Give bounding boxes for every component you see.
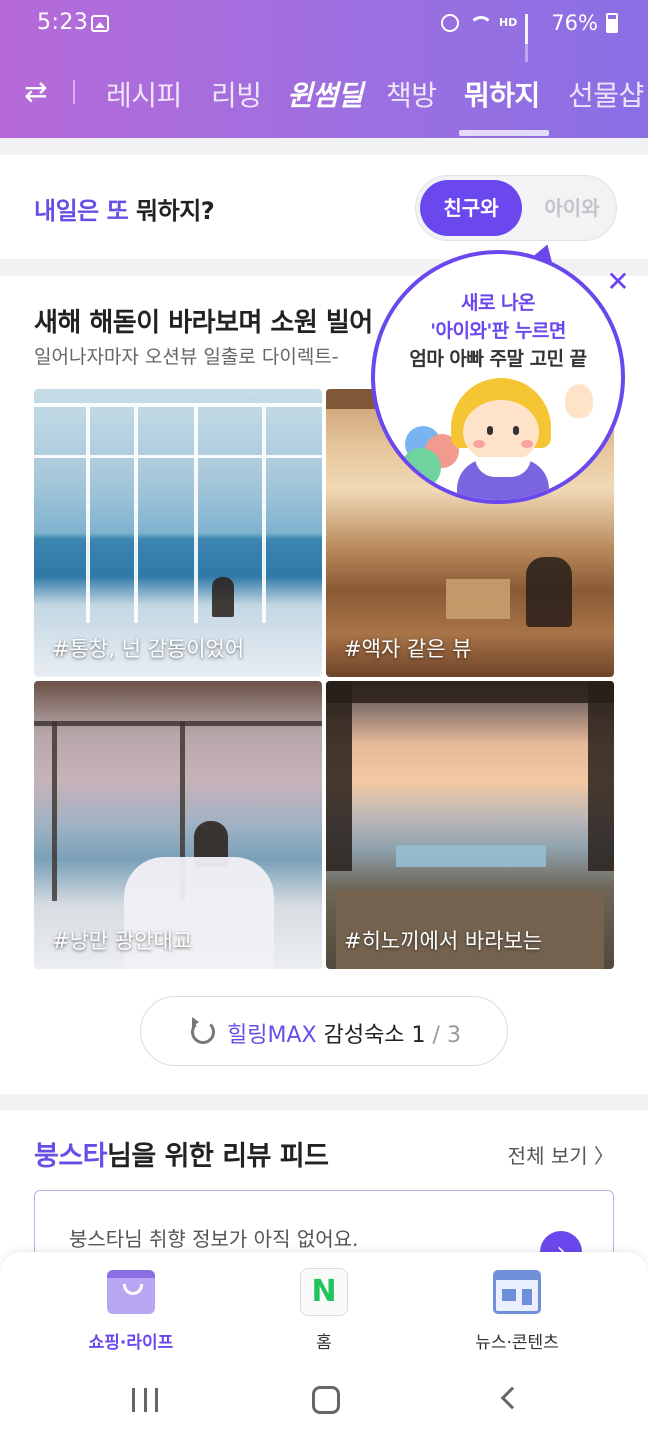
category-tabs: ⇄ 레시피 리빙 윈썸딜 책방 뭐하지 선물샵 xyxy=(0,66,648,122)
signal-icon xyxy=(525,14,543,62)
tab-living[interactable]: 리빙 xyxy=(211,74,262,114)
see-all-link[interactable]: 전체 보기 〉 xyxy=(508,1140,614,1169)
nav-shopping-life[interactable]: 쇼핑·라이프 xyxy=(23,1252,239,1360)
recent-apps-icon[interactable] xyxy=(132,1388,158,1412)
photo-caption: #통창, 넌 감동이었어 xyxy=(52,637,245,661)
nav-news-contents[interactable]: 뉴스·콘텐츠 xyxy=(409,1252,625,1360)
battery-percent: 76% xyxy=(551,11,598,35)
question-prefix: 내일은 또 xyxy=(34,197,129,225)
top-header: 5:23 HD 76% ⇄ 레시피 리빙 윈썸딜 책방 뭐하지 선물샵 xyxy=(0,0,648,138)
tab-winsome-deal[interactable]: 윈썸딜 xyxy=(287,74,363,114)
nav-label: 쇼핑·라이프 xyxy=(88,1333,174,1353)
nav-home[interactable]: N 홈 xyxy=(216,1252,432,1360)
toggle-with-kids[interactable]: 아이와 xyxy=(532,180,612,236)
refresh-pager-button[interactable]: 힐링MAX 감성숙소 1 / 3 xyxy=(140,996,508,1066)
gallery-notification-icon xyxy=(91,15,109,32)
question-card: 내일은 또 뭐하지? 친구와 아이와 xyxy=(0,155,648,259)
wifi-icon xyxy=(467,13,493,33)
review-feed-title: 붕스타님을 위한 리뷰 피드 xyxy=(34,1141,329,1172)
promo-line-2: '아이와'판 누르면 xyxy=(430,320,566,342)
close-icon[interactable]: ✕ xyxy=(604,268,632,296)
photo-caption: #히노끼에서 바라보는 xyxy=(344,929,543,953)
battery-icon xyxy=(606,13,618,33)
home-button-icon[interactable] xyxy=(312,1386,340,1414)
alarm-icon xyxy=(440,14,459,32)
system-navigation-bar xyxy=(0,1360,648,1440)
photo-caption: #낭만 광안대교 xyxy=(52,929,193,953)
bottom-navigation: 쇼핑·라이프 N 홈 뉴스·콘텐츠 xyxy=(0,1252,648,1360)
active-tab-indicator xyxy=(459,130,549,136)
nav-label: 뉴스·콘텐츠 xyxy=(475,1333,559,1353)
question-suffix: 뭐하지? xyxy=(128,197,215,225)
balloon-icon xyxy=(401,448,441,488)
section-title: 새해 해돋이 바라보며 소원 빌어 xyxy=(34,308,373,338)
toggle-with-friends[interactable]: 친구와 xyxy=(420,180,522,236)
status-icons: HD 76% xyxy=(440,11,618,62)
promo-bubble[interactable]: 새로 나온 '아이와'판 누르면 엄마 아빠 주말 고민 끝 xyxy=(371,250,625,504)
photo-tile[interactable]: #히노끼에서 바라보는 xyxy=(326,681,614,969)
naver-home-icon: N xyxy=(300,1268,348,1316)
photo-caption: #액자 같은 뷰 xyxy=(344,637,472,661)
hd-voice-icon: HD xyxy=(498,16,518,29)
character-face xyxy=(463,400,539,464)
tab-bookroom[interactable]: 책방 xyxy=(386,74,437,114)
back-icon[interactable] xyxy=(500,1386,524,1410)
swap-arrows-icon[interactable]: ⇄ xyxy=(24,78,47,106)
tab-recipe[interactable]: 레시피 xyxy=(106,74,182,114)
audience-toggle[interactable]: 친구와 아이와 xyxy=(415,175,617,241)
refresh-icon xyxy=(191,1017,215,1044)
nav-label: 홈 xyxy=(316,1333,332,1353)
promo-line-1: 새로 나온 xyxy=(460,292,536,314)
photo-tile[interactable]: #통창, 넌 감동이었어 xyxy=(34,389,322,677)
promo-line-3: 엄마 아빠 주말 고민 끝 xyxy=(409,348,587,370)
section-subtitle: 일어나자마자 오션뷰 일출로 다이렉트- xyxy=(34,346,339,368)
status-time: 5:23 xyxy=(37,10,89,35)
question-text: 내일은 또 뭐하지? xyxy=(34,191,215,226)
character-waving-hand xyxy=(565,384,593,418)
status-bar: 5:23 HD 76% xyxy=(0,0,648,62)
photo-tile[interactable]: #낭만 광안대교 xyxy=(34,681,322,969)
tab-what-to-do[interactable]: 뭐하지 xyxy=(464,74,540,114)
pager-label: 힐링MAX 감성숙소 1 / 3 xyxy=(227,1023,461,1048)
shopping-bag-icon xyxy=(107,1270,155,1314)
tab-divider xyxy=(73,80,75,104)
news-icon xyxy=(493,1270,541,1314)
empty-taste-text: 붕스타님 취향 정보가 아직 없어요. xyxy=(69,1227,359,1251)
tab-gift-shop[interactable]: 선물샵 xyxy=(568,74,644,114)
